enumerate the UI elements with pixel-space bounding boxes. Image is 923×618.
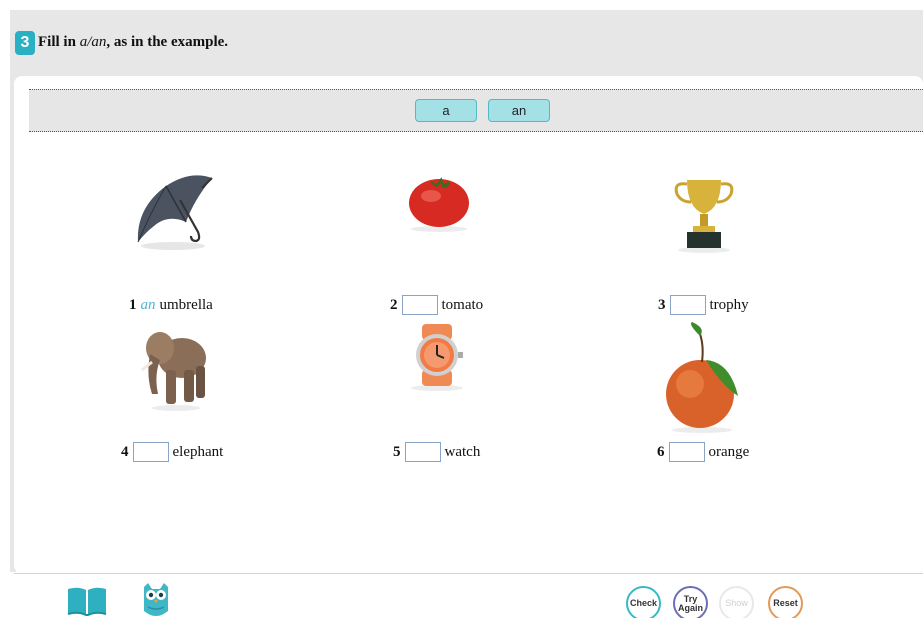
item-number: 5 <box>393 443 401 460</box>
list-item: 5 watch <box>393 442 480 462</box>
elephant-icon <box>141 332 206 411</box>
answer-box[interactable] <box>669 295 706 315</box>
exercise-header: 3 Fill in a/an, as in the example. <box>10 10 923 82</box>
answer-box[interactable] <box>401 295 438 315</box>
instruction-suffix: , as in the example. <box>106 34 229 50</box>
instruction-prefix: Fill in <box>38 34 80 50</box>
reset-button[interactable]: Reset <box>768 586 803 618</box>
answer-example: an <box>140 296 156 313</box>
item-number: 6 <box>657 443 665 460</box>
answer-box[interactable] <box>132 442 169 462</box>
exercise-page: 3 Fill in a/an, as in the example. a an <box>0 0 923 618</box>
list-item: 3 trophy <box>658 295 749 315</box>
item-number: 2 <box>390 296 398 313</box>
item-number: 1 <box>129 296 137 313</box>
item-word: elephant <box>172 443 224 460</box>
item-number: 4 <box>121 443 129 460</box>
item-word: watch <box>444 443 481 460</box>
orange-icon <box>666 322 738 433</box>
item-word: tomato <box>441 296 484 313</box>
exercise-instruction: Fill in a/an, as in the example. <box>38 34 228 51</box>
word-bank: a an <box>29 89 923 132</box>
list-item: 4 elephant <box>121 442 223 462</box>
trophy-icon <box>674 180 734 253</box>
list-item: 6 orange <box>657 442 749 462</box>
try-again-label: Try Again <box>677 594 703 613</box>
item-word: trophy <box>709 296 749 313</box>
instruction-emphasis: a/an <box>79 34 107 50</box>
book-icon[interactable] <box>66 585 108 617</box>
owl-icon[interactable] <box>140 581 172 618</box>
answer-box[interactable] <box>668 442 705 462</box>
try-again-line2: Again <box>677 602 703 613</box>
footer-toolbar: Check Try Again Show Reset <box>0 574 923 618</box>
item-number: 3 <box>658 296 666 313</box>
item-word: orange <box>708 443 750 460</box>
watch-icon <box>411 324 463 391</box>
word-chip-a[interactable]: a <box>415 99 477 122</box>
check-button[interactable]: Check <box>626 586 661 618</box>
item-word: umbrella <box>159 296 213 313</box>
tomato-icon <box>409 177 469 232</box>
word-chip-an[interactable]: an <box>488 99 550 122</box>
list-item: 1 an umbrella <box>129 295 213 315</box>
exercise-number-badge: 3 <box>15 31 35 55</box>
list-item: 2 tomato <box>390 295 483 315</box>
umbrella-icon <box>137 175 213 250</box>
show-button[interactable]: Show <box>719 586 754 618</box>
answer-box[interactable] <box>404 442 441 462</box>
try-again-button[interactable]: Try Again <box>673 586 708 618</box>
